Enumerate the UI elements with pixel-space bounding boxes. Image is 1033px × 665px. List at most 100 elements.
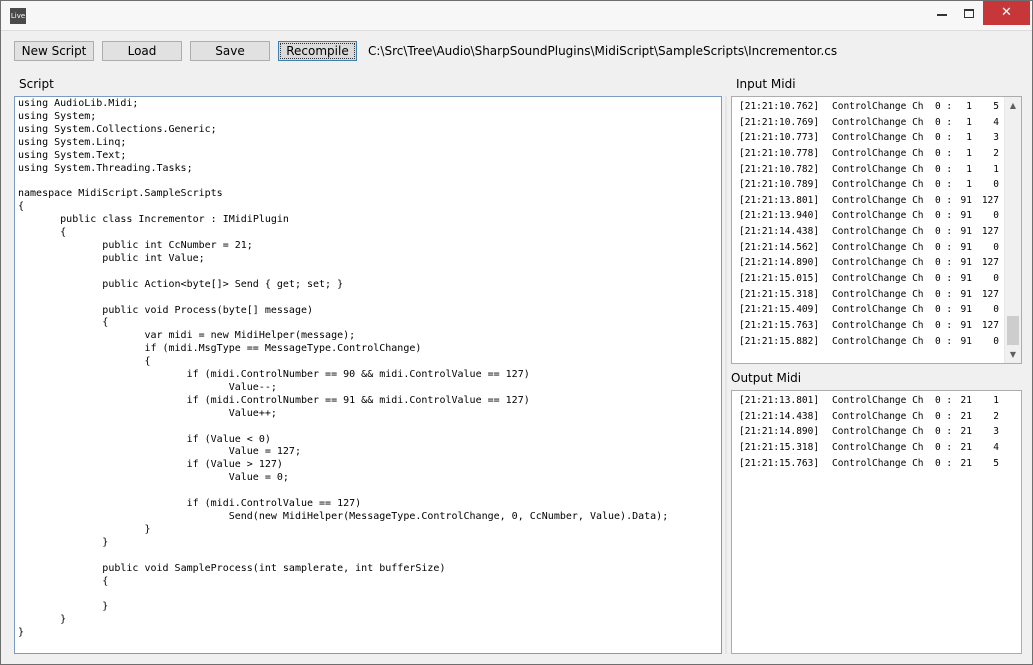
output-midi-row: [21:21:15.318] ControlChange Ch 0 : 21 4 xyxy=(739,440,999,456)
timestamp: [21:21:15.882] xyxy=(739,335,820,347)
controller-number: 91 xyxy=(960,257,972,269)
output-midi-label: Output Midi xyxy=(731,371,802,385)
controller-value: 0 xyxy=(993,179,999,191)
maximize-icon xyxy=(964,8,974,18)
message-type: ControlChange Ch 0 : xyxy=(832,132,953,144)
message-type: ControlChange Ch 0 : xyxy=(832,116,953,128)
input-midi-row: [21:21:15.763] ControlChange Ch 0 : 91 127 xyxy=(739,318,999,334)
controller-value: 2 xyxy=(993,147,999,159)
controller-number: 21 xyxy=(960,426,972,438)
timestamp: [21:21:15.318] xyxy=(739,441,820,453)
close-button[interactable]: ✕ xyxy=(983,1,1030,25)
input-midi-row: [21:21:13.801] ControlChange Ch 0 : 91 127 xyxy=(739,193,999,209)
recompile-button[interactable]: Recompile xyxy=(278,41,357,61)
timestamp: [21:21:14.562] xyxy=(739,241,820,253)
controller-value: 2 xyxy=(993,410,999,422)
timestamp: [21:21:10.769] xyxy=(739,116,820,128)
message-type: ControlChange Ch 0 : xyxy=(832,101,953,112)
message-type: ControlChange Ch 0 : xyxy=(832,163,953,175)
controller-number: 91 xyxy=(960,226,972,238)
controller-value: 5 xyxy=(993,101,999,112)
controller-number: 91 xyxy=(960,335,972,347)
load-button[interactable]: Load xyxy=(102,41,182,61)
output-midi-list: [21:21:13.801] ControlChange Ch 0 :21 1 [21… xyxy=(739,393,999,471)
output-midi-row: [21:21:14.438] ControlChange Ch 0 : 21 2 xyxy=(739,409,999,425)
timestamp: [21:21:13.801] xyxy=(739,395,820,406)
input-midi-list: [21:21:10.762] ControlChange Ch 0 : 1 5 [21:… xyxy=(739,99,999,349)
controller-value: 127 xyxy=(981,319,999,331)
controller-number: 21 xyxy=(960,395,972,406)
input-midi-row: [21:21:10.789] ControlChange Ch 0 : 1 0 xyxy=(739,177,999,193)
timestamp: [21:21:10.762] xyxy=(739,101,820,112)
controller-value: 4 xyxy=(993,116,999,128)
controller-number: 1 xyxy=(966,163,972,175)
controller-value: 0 xyxy=(993,304,999,316)
controller-value: 5 xyxy=(993,457,999,469)
chevron-down-icon[interactable]: ▼ xyxy=(1005,346,1021,363)
controller-number: 1 xyxy=(966,132,972,144)
timestamp: [21:21:15.318] xyxy=(739,288,820,300)
input-midi-row: [21:21:10.778] ControlChange Ch 0 : 1 2 xyxy=(739,146,999,162)
output-midi-row: [21:21:15.763] ControlChange Ch 0 : 21 5 xyxy=(739,456,999,472)
timestamp: [21:21:15.763] xyxy=(739,319,820,331)
app-icon: Live xyxy=(10,8,26,24)
timestamp: [21:21:14.890] xyxy=(739,257,820,269)
controller-number: 21 xyxy=(960,441,972,453)
controller-value: 1 xyxy=(993,163,999,175)
timestamp: [21:21:13.801] xyxy=(739,194,820,206)
title-bar[interactable]: Live ✕ xyxy=(1,1,1032,31)
input-midi-row: [21:21:15.015] ControlChange Ch 0 : 91 0 xyxy=(739,271,999,287)
message-type: ControlChange Ch 0 : xyxy=(832,457,953,469)
controller-value: 0 xyxy=(993,210,999,222)
script-editor[interactable]: using AudioLib.Midi; using System; using… xyxy=(14,96,722,654)
timestamp: [21:21:15.015] xyxy=(739,273,820,285)
main-window: Live ✕ New Script Load Save Recompile C:… xyxy=(0,0,1033,665)
input-midi-scrollbar[interactable]: ▲ ▼ xyxy=(1004,97,1021,363)
controller-number: 21 xyxy=(960,410,972,422)
message-type: ControlChange Ch 0 : xyxy=(832,273,953,285)
message-type: ControlChange Ch 0 : xyxy=(832,319,953,331)
message-type: ControlChange Ch 0 : xyxy=(832,410,953,422)
controller-number: 91 xyxy=(960,273,972,285)
controller-value: 1 xyxy=(993,395,999,406)
input-midi-row: [21:21:14.890] ControlChange Ch 0 : 91 127 xyxy=(739,255,999,271)
controller-value: 0 xyxy=(993,335,999,347)
controller-value: 3 xyxy=(993,426,999,438)
message-type: ControlChange Ch 0 : xyxy=(832,147,953,159)
message-type: ControlChange Ch 0 : xyxy=(832,395,953,406)
message-type: ControlChange Ch 0 : xyxy=(832,210,953,222)
timestamp: [21:21:10.773] xyxy=(739,132,820,144)
script-code[interactable]: using AudioLib.Midi; using System; using… xyxy=(18,98,668,640)
save-button[interactable]: Save xyxy=(190,41,270,61)
input-midi-row: [21:21:15.318] ControlChange Ch 0 : 91 127 xyxy=(739,287,999,303)
output-midi-row: [21:21:13.801] ControlChange Ch 0 : 21 1 xyxy=(739,393,999,409)
controller-value: 4 xyxy=(993,441,999,453)
message-type: ControlChange Ch 0 : xyxy=(832,288,953,300)
file-path-label: C:\Src\Tree\Audio\SharpSoundPlugins\Midi… xyxy=(368,44,838,58)
input-midi-row: [21:21:14.438] ControlChange Ch 0 : 91 127 xyxy=(739,224,999,240)
controller-value: 127 xyxy=(981,257,999,269)
script-label: Script xyxy=(19,77,54,91)
input-midi-log[interactable]: [21:21:10.762] ControlChange Ch 0 : 1 5 [21:… xyxy=(731,96,1022,364)
message-type: ControlChange Ch 0 : xyxy=(832,194,953,206)
scrollbar-thumb[interactable] xyxy=(1007,316,1019,345)
controller-number: 91 xyxy=(960,319,972,331)
message-type: ControlChange Ch 0 : xyxy=(832,441,953,453)
message-type: ControlChange Ch 0 : xyxy=(832,179,953,191)
new-script-button[interactable]: New Script xyxy=(14,41,94,61)
input-midi-label: Input Midi xyxy=(736,77,796,91)
output-midi-log[interactable]: [21:21:13.801] ControlChange Ch 0 :21 1 [21… xyxy=(731,390,1022,654)
timestamp: [21:21:14.890] xyxy=(739,426,820,438)
timestamp: [21:21:15.409] xyxy=(739,304,820,316)
message-type: ControlChange Ch 0 : xyxy=(832,426,953,438)
maximize-button[interactable] xyxy=(954,1,984,25)
minimize-button[interactable] xyxy=(927,1,957,25)
chevron-up-icon[interactable]: ▲ xyxy=(1005,97,1021,114)
timestamp: [21:21:13.940] xyxy=(739,210,820,222)
panel-splitter[interactable] xyxy=(725,96,727,654)
controller-value: 0 xyxy=(993,273,999,285)
controller-number: 1 xyxy=(966,116,972,128)
input-midi-row: [21:21:10.762] ControlChange Ch 0 : 1 5 xyxy=(739,99,999,115)
timestamp: [21:21:10.789] xyxy=(739,179,820,191)
controller-value: 127 xyxy=(981,194,999,206)
